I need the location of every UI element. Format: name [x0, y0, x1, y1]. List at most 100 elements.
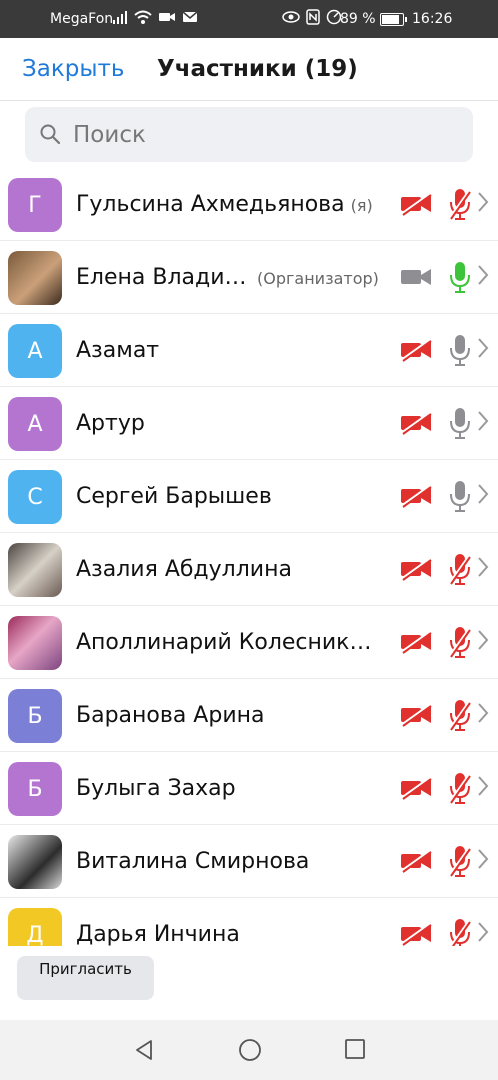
chevron-right-icon[interactable] — [476, 190, 490, 218]
mic-muted-icon — [448, 626, 472, 662]
participant-name-text: Азамат — [76, 338, 160, 363]
invite-button[interactable]: Пригласить — [17, 956, 154, 1000]
close-button[interactable]: Закрыть — [22, 56, 124, 82]
participant-name: Азалия Абдуллина — [76, 557, 292, 582]
participant-row[interactable]: С Сергей Барышев — [0, 460, 498, 533]
avatar: Г — [8, 178, 62, 232]
participant-name: Булыга Захар — [76, 776, 236, 801]
participant-row[interactable]: Азалия Абдуллина — [0, 533, 498, 606]
battery-icon — [380, 13, 407, 26]
participant-name-text: Елена Влади… — [76, 265, 247, 290]
chevron-right-icon[interactable] — [476, 920, 490, 946]
mic-muted-icon — [448, 188, 472, 224]
avatar-initial: Д — [26, 922, 44, 947]
mic-muted-icon — [448, 772, 472, 808]
mic-muted-icon — [449, 918, 472, 946]
camera-off-icon — [400, 630, 432, 658]
participant-row[interactable]: Елена Влади… (Организатор) — [0, 241, 498, 314]
participant-row[interactable]: Б Баранова Арина — [0, 679, 498, 752]
wifi-icon — [134, 10, 152, 24]
video-icon — [159, 13, 175, 21]
search-box[interactable] — [25, 107, 473, 162]
chevron-right-icon[interactable] — [476, 409, 490, 437]
mic-icon — [449, 480, 471, 516]
avatar — [8, 251, 62, 305]
mic-icon — [449, 407, 471, 443]
mic-muted-icon — [448, 699, 472, 735]
camera-off-icon — [400, 192, 432, 220]
participant-row[interactable]: Аполлинарий Колесник… — [0, 606, 498, 679]
participant-name: Елена Влади… — [76, 265, 247, 290]
avatar: А — [8, 324, 62, 378]
participant-name: Баранова Арина — [76, 703, 264, 728]
host-role-label: (Организатор) — [257, 269, 379, 288]
avatar-initial: А — [27, 411, 43, 437]
participant-name: Дарья Инчина — [76, 922, 240, 946]
signal-icon — [113, 11, 127, 24]
avatar-initial: С — [27, 484, 43, 510]
participant-name-text: Сергей Барышев — [76, 484, 272, 509]
participant-name-text: Булыга Захар — [76, 776, 236, 801]
camera-off-icon — [400, 703, 432, 731]
avatar-initial: Г — [28, 192, 42, 218]
participant-name-text: Дарья Инчина — [76, 922, 240, 946]
participant-name-text: Азалия Абдуллина — [76, 557, 292, 582]
home-icon[interactable] — [238, 1038, 262, 1062]
avatar: Б — [8, 762, 62, 816]
participant-name-text: Аполлинарий Колесник… — [76, 630, 372, 655]
avatar: С — [8, 470, 62, 524]
mic-active-icon — [449, 261, 471, 297]
mic-icon — [449, 334, 471, 370]
eye-icon — [282, 11, 300, 23]
avatar: А — [8, 397, 62, 451]
camera-off-icon — [400, 922, 432, 946]
camera-off-icon — [400, 484, 432, 512]
chevron-right-icon[interactable] — [476, 628, 490, 656]
chevron-right-icon[interactable] — [476, 774, 490, 802]
participant-row[interactable]: Д Дарья Инчина — [0, 898, 498, 946]
system-nav-bar — [0, 1020, 498, 1080]
page-title: Участники (19) — [157, 56, 358, 82]
avatar: Д — [8, 908, 62, 946]
search-icon — [40, 124, 61, 145]
battery-percent: 89 % — [340, 11, 376, 27]
participant-row[interactable]: А Артур — [0, 387, 498, 460]
mic-muted-icon — [448, 845, 472, 881]
avatar — [8, 835, 62, 889]
avatar: Б — [8, 689, 62, 743]
avatar-initial: А — [27, 338, 43, 364]
camera-off-icon — [400, 411, 432, 439]
back-icon[interactable] — [133, 1038, 155, 1062]
clock: 16:26 — [412, 11, 453, 27]
participant-row[interactable]: Г Гульсина Ахмедьянова (я) — [0, 168, 498, 241]
chevron-right-icon[interactable] — [476, 701, 490, 729]
participant-name: Сергей Барышев — [76, 484, 272, 509]
participant-row[interactable]: А Азамат — [0, 314, 498, 387]
participant-name: Аполлинарий Колесник… — [76, 630, 371, 655]
avatar-initial: Б — [27, 776, 43, 802]
recents-icon[interactable] — [344, 1038, 366, 1060]
carrier-label: MegaFon — [50, 11, 114, 27]
avatar — [8, 543, 62, 597]
avatar-initial: Б — [27, 703, 43, 729]
chevron-right-icon[interactable] — [476, 847, 490, 875]
avatar — [8, 616, 62, 670]
nfc-icon — [306, 9, 320, 25]
chevron-right-icon[interactable] — [476, 336, 490, 364]
mic-muted-icon — [448, 553, 472, 589]
participant-row[interactable]: Виталина Смирнова — [0, 825, 498, 898]
camera-off-icon — [400, 557, 432, 585]
chevron-right-icon[interactable] — [476, 555, 490, 583]
participant-name-text: Гульсина Ахмедьянова — [76, 192, 345, 217]
chevron-right-icon[interactable] — [476, 263, 490, 291]
chevron-right-icon[interactable] — [476, 482, 490, 510]
participant-name: Виталина Смирнова — [76, 849, 309, 874]
participant-name-text: Баранова Арина — [76, 703, 265, 728]
participant-name-text: Виталина Смирнова — [76, 849, 310, 874]
camera-on-icon — [400, 265, 432, 293]
search-input[interactable] — [71, 117, 455, 153]
status-bar: MegaFon 89 % 16:26 — [0, 0, 498, 38]
participants-list[interactable]: Г Гульсина Ахмедьянова (я) Елена Влади… (Орг… — [0, 168, 498, 946]
participant-row[interactable]: Б Булыга Захар — [0, 752, 498, 825]
mail-icon — [182, 11, 198, 22]
